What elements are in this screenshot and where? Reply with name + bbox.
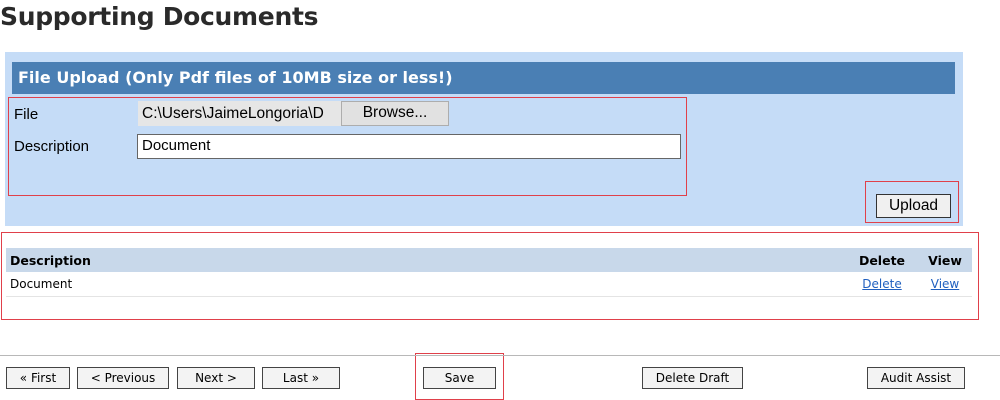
column-header-delete: Delete (846, 248, 918, 272)
highlight-upload-button (865, 181, 959, 223)
highlight-file-fields (8, 97, 687, 196)
audit-assist-button[interactable]: Audit Assist (867, 367, 965, 389)
file-upload-header: File Upload (Only Pdf files of 10MB size… (12, 62, 955, 94)
table-row: Document Delete View (6, 272, 972, 297)
delete-draft-button[interactable]: Delete Draft (642, 367, 743, 389)
table-header-row: Description Delete View (6, 248, 972, 272)
column-header-description: Description (6, 248, 846, 272)
column-header-view: View (918, 248, 972, 272)
first-button[interactable]: « First (6, 367, 70, 389)
save-button[interactable]: Save (423, 367, 496, 389)
row-description: Document (6, 272, 846, 297)
divider (0, 355, 1000, 356)
next-button[interactable]: Next > (177, 367, 255, 389)
page-title: Supporting Documents (0, 2, 319, 31)
documents-table: Description Delete View Document Delete … (6, 248, 972, 297)
last-button[interactable]: Last » (262, 367, 340, 389)
view-link[interactable]: View (931, 277, 959, 291)
delete-link[interactable]: Delete (862, 277, 901, 291)
previous-button[interactable]: < Previous (77, 367, 169, 389)
